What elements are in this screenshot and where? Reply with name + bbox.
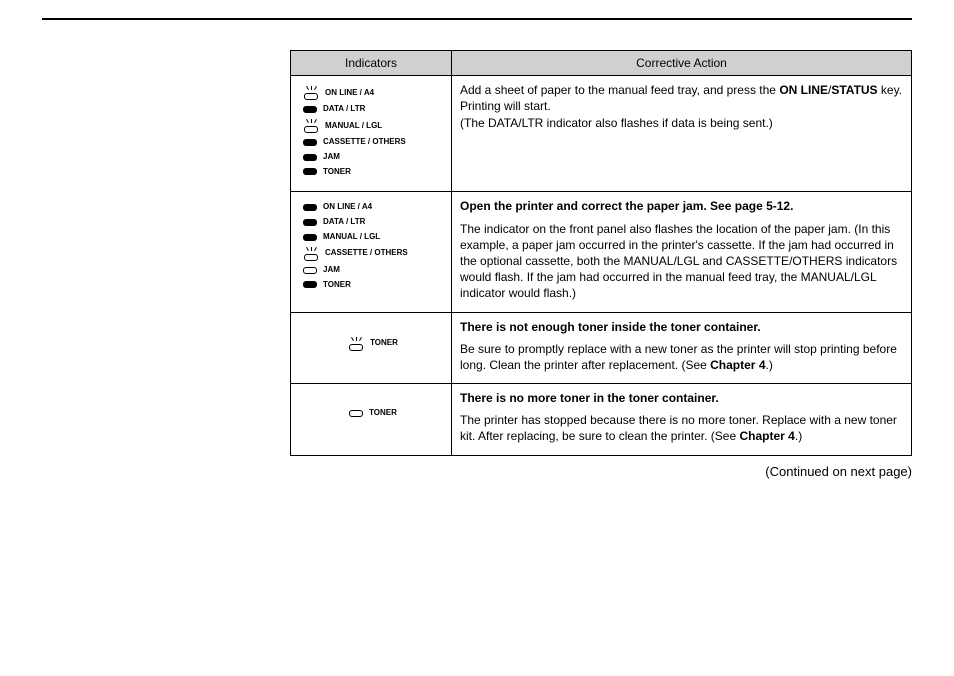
content-area: Indicators Corrective Action ON LINE / A… bbox=[290, 50, 912, 479]
action-cell: There is not enough toner inside the ton… bbox=[452, 312, 912, 384]
indicator-cassette: CASSETTE / OTHERS bbox=[303, 137, 443, 148]
indicator-list: TONER bbox=[299, 408, 443, 419]
indicators-cell: TONER bbox=[291, 312, 452, 384]
action-bold: Chapter 4 bbox=[740, 429, 795, 443]
indicator-label: JAM bbox=[323, 152, 340, 163]
led-solid-icon bbox=[303, 139, 317, 146]
led-flash-icon bbox=[303, 86, 319, 100]
indicator-label: TONER bbox=[323, 280, 351, 291]
action-title: There is no more toner in the toner cont… bbox=[460, 390, 903, 406]
indicator-label: MANUAL / LGL bbox=[325, 121, 382, 132]
indicator-label: CASSETTE / OTHERS bbox=[323, 137, 406, 148]
indicator-table: Indicators Corrective Action ON LINE / A… bbox=[290, 50, 912, 456]
indicator-label: ON LINE / A4 bbox=[325, 88, 374, 99]
action-bold: STATUS bbox=[831, 83, 877, 97]
indicators-cell: ON LINE / A4 DATA / LTR MANUAL / LGL bbox=[291, 76, 452, 192]
indicator-toner: TONER bbox=[303, 408, 443, 419]
page: Indicators Corrective Action ON LINE / A… bbox=[0, 0, 954, 676]
indicator-list: TONER bbox=[299, 337, 443, 351]
indicator-jam: JAM bbox=[303, 265, 443, 276]
led-solid-icon bbox=[303, 234, 317, 241]
led-flash-icon bbox=[348, 337, 364, 351]
table-header-row: Indicators Corrective Action bbox=[291, 51, 912, 76]
indicator-label: TONER bbox=[370, 338, 398, 349]
indicator-data: DATA / LTR bbox=[303, 104, 443, 115]
indicator-manual: MANUAL / LGL bbox=[303, 119, 443, 133]
led-solid-icon bbox=[303, 106, 317, 113]
indicator-cassette: CASSETTE / OTHERS bbox=[303, 247, 443, 261]
indicator-label: ON LINE / A4 bbox=[323, 202, 372, 213]
indicators-cell: ON LINE / A4 DATA / LTR MANUAL / LGL bbox=[291, 192, 452, 312]
indicator-label: DATA / LTR bbox=[323, 104, 365, 115]
action-body: Be sure to promptly replace with a new t… bbox=[460, 342, 897, 372]
action-note: (The DATA/LTR indicator also flashes if … bbox=[460, 116, 773, 130]
indicator-data: DATA / LTR bbox=[303, 217, 443, 228]
indicators-cell: TONER bbox=[291, 384, 452, 456]
action-body: .) bbox=[795, 429, 802, 443]
table-row: TONER There is no more toner in the tone… bbox=[291, 384, 912, 456]
action-cell: There is no more toner in the toner cont… bbox=[452, 384, 912, 456]
indicator-online: ON LINE / A4 bbox=[303, 202, 443, 213]
indicator-label: TONER bbox=[323, 167, 351, 178]
table-row: ON LINE / A4 DATA / LTR MANUAL / LGL bbox=[291, 192, 912, 312]
indicator-label: MANUAL / LGL bbox=[323, 232, 380, 243]
led-flash-icon bbox=[303, 119, 319, 133]
indicator-toner: TONER bbox=[303, 167, 443, 178]
action-cell: Add a sheet of paper to the manual feed … bbox=[452, 76, 912, 192]
led-solid-icon bbox=[303, 204, 317, 211]
action-cell: Open the printer and correct the paper j… bbox=[452, 192, 912, 312]
led-on-icon bbox=[303, 267, 317, 274]
indicator-label: DATA / LTR bbox=[323, 217, 365, 228]
action-title: Open the printer and correct the paper j… bbox=[460, 198, 903, 214]
action-bold: Chapter 4 bbox=[710, 358, 765, 372]
indicator-label: JAM bbox=[323, 265, 340, 276]
indicator-list: ON LINE / A4 DATA / LTR MANUAL / LGL bbox=[299, 86, 443, 177]
header-action: Corrective Action bbox=[452, 51, 912, 76]
action-bold: ON LINE bbox=[779, 83, 828, 97]
header-indicators: Indicators bbox=[291, 51, 452, 76]
table-row: ON LINE / A4 DATA / LTR MANUAL / LGL bbox=[291, 76, 912, 192]
led-flash-icon bbox=[303, 247, 319, 261]
action-body: The indicator on the front panel also fl… bbox=[460, 221, 903, 302]
led-solid-icon bbox=[303, 168, 317, 175]
indicator-manual: MANUAL / LGL bbox=[303, 232, 443, 243]
action-body: The printer has stopped because there is… bbox=[460, 413, 897, 443]
action-text: Add a sheet of paper to the manual feed … bbox=[460, 83, 779, 97]
table-row: TONER There is not enough toner inside t… bbox=[291, 312, 912, 384]
indicator-jam: JAM bbox=[303, 152, 443, 163]
action-title: There is not enough toner inside the ton… bbox=[460, 319, 903, 335]
led-on-icon bbox=[349, 410, 363, 417]
led-solid-icon bbox=[303, 154, 317, 161]
indicator-toner: TONER bbox=[303, 280, 443, 291]
led-solid-icon bbox=[303, 281, 317, 288]
led-solid-icon bbox=[303, 219, 317, 226]
indicator-toner: TONER bbox=[303, 337, 443, 351]
page-top-rule bbox=[42, 18, 912, 20]
indicator-label: TONER bbox=[369, 408, 397, 419]
indicator-list: ON LINE / A4 DATA / LTR MANUAL / LGL bbox=[299, 202, 443, 290]
action-body: .) bbox=[766, 358, 773, 372]
indicator-label: CASSETTE / OTHERS bbox=[325, 248, 408, 259]
continued-note: (Continued on next page) bbox=[290, 464, 912, 479]
indicator-online: ON LINE / A4 bbox=[303, 86, 443, 100]
